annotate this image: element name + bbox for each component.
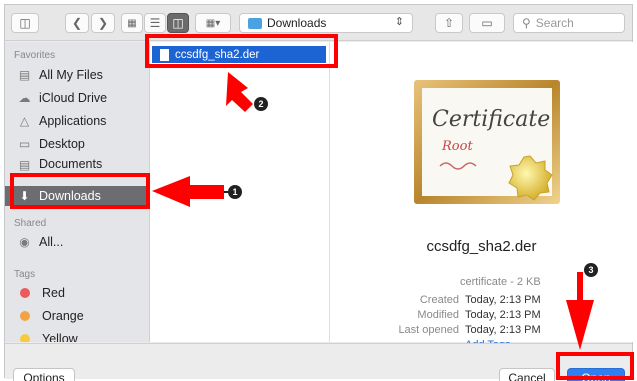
step-badge-1: 1	[228, 185, 242, 199]
step-badge-2: 2	[254, 97, 268, 111]
arrow-left-icon	[152, 176, 224, 207]
arrow-up-left-icon	[226, 72, 253, 112]
arrow-down-icon	[566, 300, 594, 350]
step-badge-3: 3	[584, 263, 598, 277]
annotation-arrows	[152, 72, 594, 350]
